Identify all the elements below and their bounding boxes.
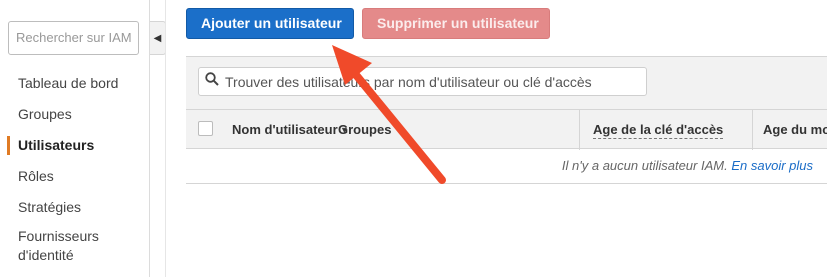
empty-message-text: Il n'y a aucun utilisateur IAM.	[561, 158, 728, 173]
sidebar-item-roles[interactable]: Rôles	[0, 161, 150, 192]
column-header-groups[interactable]: Groupes	[338, 110, 391, 150]
sidebar-collapse-toggle[interactable]: ◀	[150, 21, 166, 55]
sidebar-item-dashboard[interactable]: Tableau de bord	[0, 68, 150, 99]
table-header-row: Nom d'utilisateur ▼ Groupes Age de la cl…	[186, 109, 827, 150]
users-table: Trouver des utilisateurs par nom d'utili…	[186, 56, 827, 184]
empty-table-message: Il n'y a aucun utilisateur IAM. En savoi…	[562, 158, 813, 173]
learn-more-link[interactable]: En savoir plus	[731, 158, 813, 173]
user-search-placeholder: Trouver des utilisateurs par nom d'utili…	[225, 73, 592, 90]
column-header-access-key-age-label: Age de la clé d'accès	[593, 122, 724, 139]
select-all-checkbox[interactable]	[198, 121, 213, 136]
column-header-username[interactable]: Nom d'utilisateur	[232, 110, 344, 150]
sidebar-item-users[interactable]: Utilisateurs	[0, 130, 150, 161]
column-header-password-age[interactable]: Age du mot de passe	[752, 110, 827, 150]
search-icon	[205, 72, 219, 91]
sidebar-item-policies[interactable]: Stratégies	[0, 192, 150, 223]
sidebar-item-identity-providers[interactable]: Fournisseurs d'identité	[0, 223, 130, 267]
table-header-area: Trouver des utilisateurs par nom d'utili…	[186, 57, 827, 150]
column-header-access-key-age[interactable]: Age de la clé d'accès	[579, 110, 754, 150]
sidebar: Rechercher sur IAM Tableau de bord Group…	[0, 0, 150, 277]
content-divider	[165, 0, 166, 277]
table-bottom-border	[186, 183, 827, 184]
sidebar-item-groups[interactable]: Groupes	[0, 99, 150, 130]
sidebar-search-input[interactable]: Rechercher sur IAM	[8, 21, 139, 55]
add-user-button[interactable]: Ajouter un utilisateur	[186, 8, 354, 39]
sidebar-nav: Tableau de bord Groupes Utilisateurs Rôl…	[0, 68, 150, 267]
delete-user-button[interactable]: Supprimer un utilisateur	[362, 8, 550, 39]
chevron-left-icon: ◀	[153, 32, 162, 44]
user-search-input[interactable]: Trouver des utilisateurs par nom d'utili…	[198, 67, 647, 96]
